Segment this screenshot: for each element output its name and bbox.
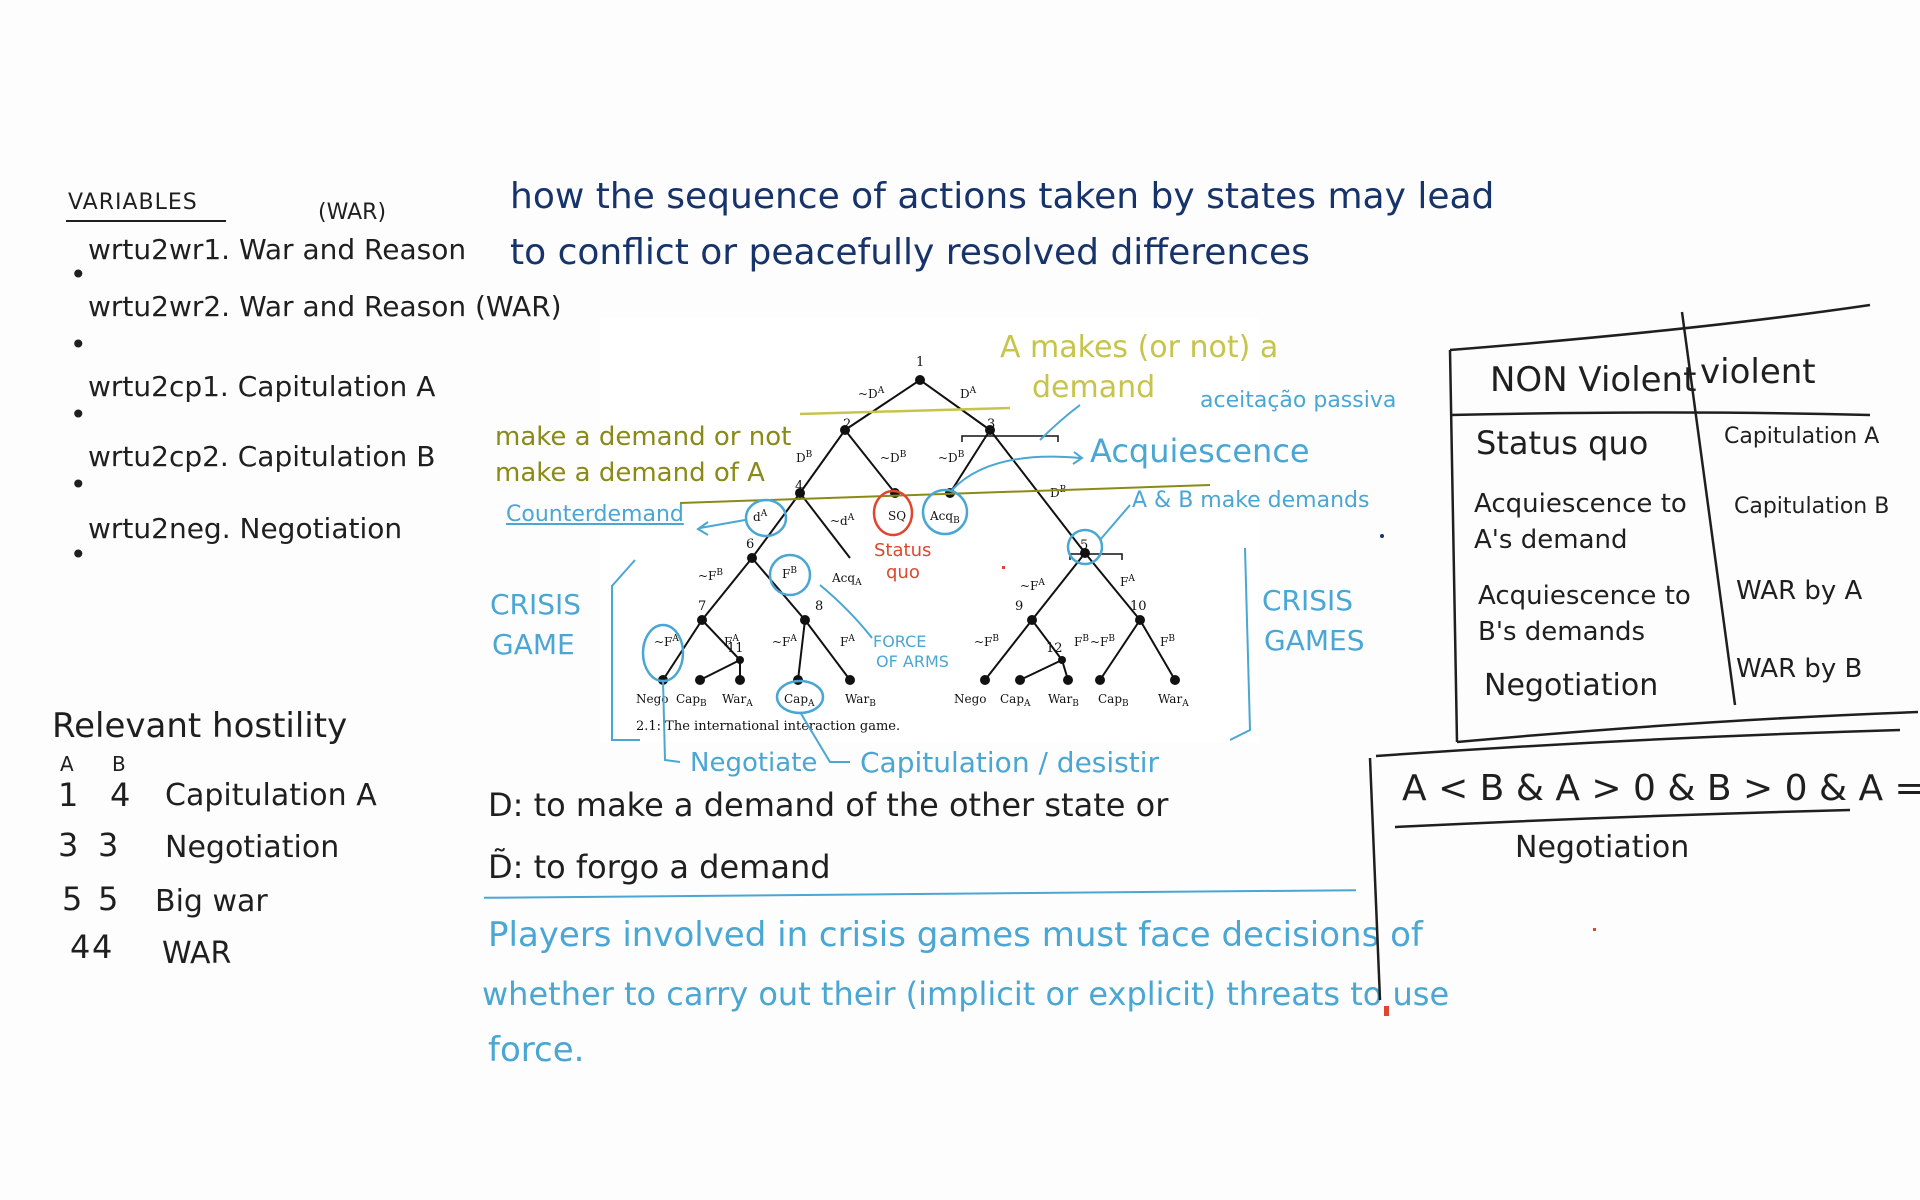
svg-text:Nego: Nego	[954, 692, 987, 706]
annotation-of-arms: OF ARMS	[876, 652, 949, 671]
outcome-violent-item: Capitulation B	[1734, 494, 1890, 519]
figure-caption: 2.1: The international interaction game.	[636, 719, 900, 734]
definition-not-d: D̃: to forgo a demand	[488, 848, 831, 886]
annotation-acquiescence: Acquiescence	[1090, 432, 1310, 470]
hostility-row-label: Negotiation	[165, 830, 340, 865]
annotation-make-demand-1: make a demand or not	[495, 422, 792, 452]
hostility-row-a: 4	[70, 928, 91, 966]
hostility-row-b: 5	[98, 880, 119, 918]
stray-mark	[1384, 1006, 1389, 1016]
hostility-row-label: Big war	[155, 884, 268, 919]
annotation-crisis-right-1: CRISIS	[1262, 584, 1354, 617]
hostility-title: Relevant hostility	[52, 706, 348, 746]
hostility-row-a: 3	[58, 826, 79, 864]
stray-mark	[1380, 534, 1384, 538]
stray-mark	[1002, 566, 1005, 569]
leaf-acq-b: Acq	[929, 509, 953, 523]
annotation-make-demand-2: make a demand of A	[495, 458, 765, 488]
whiteboard-canvas: VARIABLES (WAR) wrtu2wr1. War and Reason…	[0, 0, 1920, 1200]
outcome-violent-item: WAR by A	[1736, 576, 1863, 606]
node-number: 12	[1046, 641, 1063, 656]
node-number: 9	[1015, 599, 1023, 614]
hostility-row-a: 5	[62, 880, 83, 918]
annotation-status-quo-1: Status	[874, 540, 932, 561]
node-number: 10	[1130, 599, 1147, 614]
node-number: 5	[1080, 538, 1088, 553]
annotation-counterdemand: Counterdemand	[506, 502, 684, 527]
node-number: 7	[698, 599, 706, 614]
hostility-row-label: Capitulation A	[165, 778, 377, 813]
annotation-negotiate: Negotiate	[690, 748, 818, 778]
annotation-crisis-left-2: GAME	[492, 628, 575, 661]
hostility-row-a: 1	[58, 776, 79, 814]
outcome-violent-item: Capitulation A	[1724, 424, 1880, 449]
node-number: 1	[916, 355, 924, 370]
node-number: 3	[987, 417, 995, 432]
node-number: 8	[815, 599, 823, 614]
annotation-a-makes: A makes (or not) a	[1000, 330, 1279, 365]
hostility-row-b: 3	[98, 826, 119, 864]
players-line-1: Players involved in crisis games must fa…	[488, 915, 1423, 955]
outcome-col-nonviolent: NON Violent	[1490, 360, 1697, 400]
hostility-row-label: WAR	[162, 936, 232, 971]
outcome-violent-item: WAR by B	[1736, 654, 1863, 684]
outcome-nonviolent-item: Status quo	[1476, 424, 1649, 462]
annotation-status-quo-2: quo	[886, 562, 920, 583]
condition-formula: A < B & A > 0 & B > 0 & A = B	[1402, 768, 1920, 809]
hostility-col-a: A	[60, 752, 74, 776]
definition-d: D: to make a demand of the other state o…	[488, 786, 1169, 824]
outcome-nonviolent-item: Negotiation	[1484, 668, 1659, 703]
players-line-2: whether to carry out their (implicit or …	[482, 975, 1450, 1013]
condition-result: Negotiation	[1515, 830, 1690, 865]
annotation-demand: demand	[1032, 370, 1156, 405]
leaf-acq-a: Acq	[831, 571, 855, 585]
hostility-row-b: 4	[92, 928, 113, 966]
node-number: 6	[746, 537, 754, 552]
players-line-3: force.	[488, 1030, 585, 1070]
node-number: 2	[843, 417, 851, 432]
stray-mark	[1593, 928, 1596, 931]
outcome-nonviolent-item: Acquiescence to A's demand	[1474, 489, 1687, 555]
annotation-aceitacao: aceitação passiva	[1200, 388, 1397, 413]
leaf-sq: SQ	[888, 509, 906, 523]
outcome-col-violent: violent	[1700, 352, 1816, 392]
annotation-ab-demands: A & B make demands	[1132, 488, 1370, 513]
node-number: 4	[795, 479, 803, 494]
annotation-crisis-right-2: GAMES	[1264, 624, 1365, 657]
outcome-nonviolent-item: Acquiescence to B's demands	[1478, 581, 1691, 647]
hostility-row-b: 4	[110, 776, 131, 814]
hostility-col-b: B	[112, 752, 126, 776]
annotation-capitulation: Capitulation / desistir	[860, 746, 1160, 779]
annotation-force: FORCE	[873, 632, 927, 651]
annotation-crisis-left-1: CRISIS	[490, 588, 582, 621]
